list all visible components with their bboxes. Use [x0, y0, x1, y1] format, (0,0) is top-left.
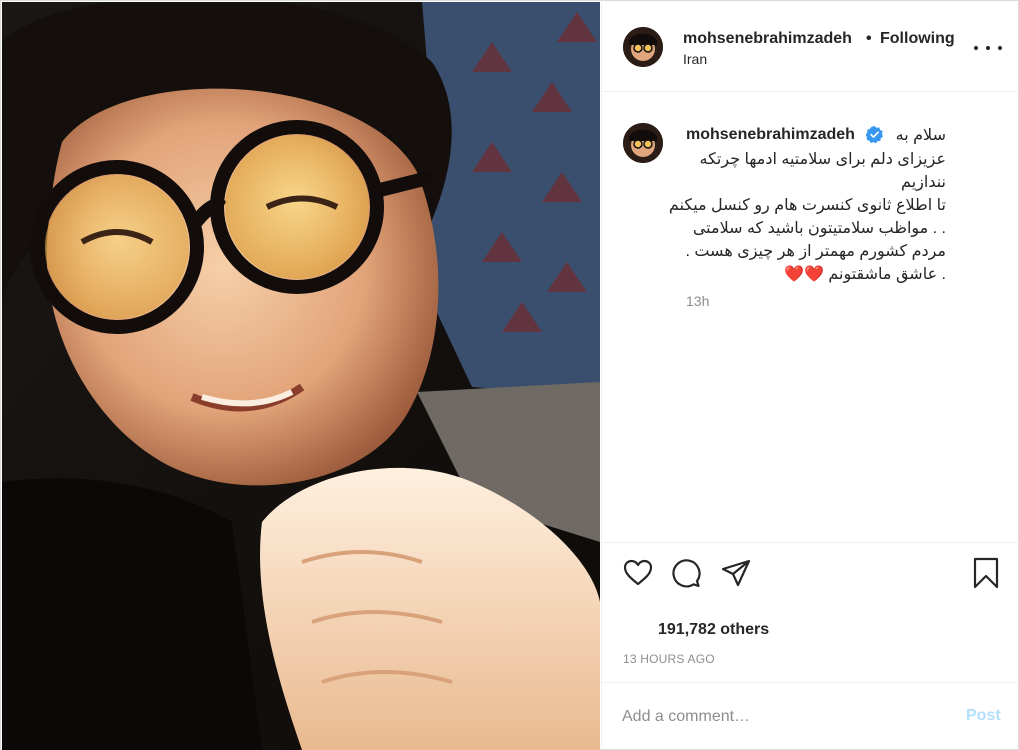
post-actions: [602, 542, 1019, 604]
caption-line: . عاشق ماشقتونم ❤️❤️: [784, 266, 946, 283]
post-timestamp[interactable]: 13 HOURS AGO: [623, 652, 715, 666]
post-location[interactable]: Iran: [683, 51, 707, 67]
caption-line: مردم کشورم مهمتر از هر چیزی هست .: [685, 243, 946, 260]
caption-username[interactable]: mohsenebrahimzadeh: [686, 126, 855, 144]
caption-text: عزیزای دلم برای سلامتیه ادمها چرتکه نندا…: [668, 148, 946, 286]
comment-icon[interactable]: [670, 557, 702, 589]
caption-line: عزیزای دلم برای سلامتیه ادمها چرتکه: [699, 151, 946, 168]
avatar[interactable]: [623, 123, 663, 163]
caption-line: نندازیم: [901, 174, 946, 191]
post-header: mohsenebrahimzadeh • Following Iran: [602, 2, 1019, 92]
caption-first-line: سلام به: [895, 127, 946, 144]
comment-input[interactable]: [622, 705, 942, 729]
comment-box: Post: [602, 682, 1019, 750]
post-dialog: mohsenebrahimzadeh • Following Iran mohs…: [0, 0, 1019, 750]
share-icon[interactable]: [720, 557, 752, 589]
bookmark-icon[interactable]: [970, 557, 1002, 589]
author-username[interactable]: mohsenebrahimzadeh: [683, 30, 852, 48]
selfie-image: [2, 2, 600, 750]
likes-count[interactable]: 191,782 others: [658, 621, 769, 639]
post-caption: mohsenebrahimzadeh سلام به عزیزای دلم بر…: [602, 93, 1019, 541]
post-side-panel: mohsenebrahimzadeh • Following Iran mohs…: [601, 2, 1019, 750]
avatar[interactable]: [623, 27, 663, 67]
separator-dot: •: [866, 30, 872, 47]
post-comment-button[interactable]: Post: [966, 707, 1001, 725]
caption-line: تا اطلاع ثانوی کنسرت هام رو کنسل میکنم: [668, 197, 946, 214]
verified-badge-icon: [866, 126, 883, 143]
caption-timestamp[interactable]: 13h: [686, 293, 709, 309]
heart-icon[interactable]: [622, 557, 654, 589]
more-horizontal-icon[interactable]: [974, 36, 1002, 60]
post-photo[interactable]: [2, 2, 600, 750]
caption-line: . . مواظب سلامتیتون باشید که سلامتی: [692, 220, 946, 237]
following-button[interactable]: Following: [880, 30, 955, 48]
